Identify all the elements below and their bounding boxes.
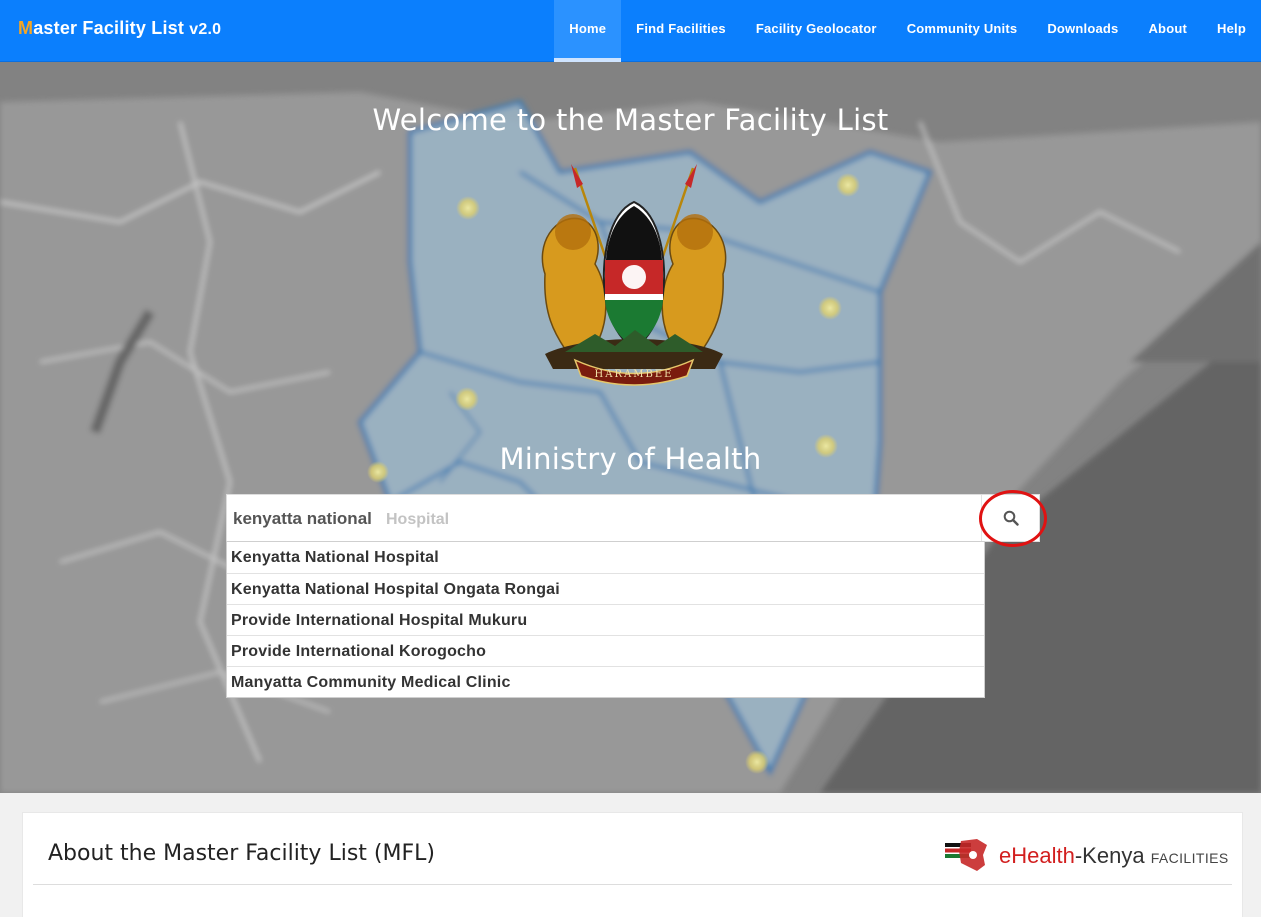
suggestion-item[interactable]: Manyatta Community Medical Clinic (227, 666, 984, 697)
suggestion-item[interactable]: Kenyatta National Hospital Ongata Rongai (227, 573, 984, 604)
suggestion-item[interactable]: Provide International Korogocho (227, 635, 984, 666)
about-heading: About the Master Facility List (MFL) (48, 841, 435, 866)
nav-facility-geolocator[interactable]: Facility Geolocator (741, 0, 892, 62)
ehealth-logo-text: eHealth-Kenya FACILITIES (999, 843, 1229, 868)
search-typed-text: kenyatta national (233, 509, 372, 528)
nav-home[interactable]: Home (554, 0, 622, 62)
brand-name: aster Facility List (33, 18, 190, 38)
suggestion-item[interactable]: Provide International Hospital Mukuru (227, 604, 984, 635)
search-autocomplete-hint: Hospital (386, 511, 450, 528)
ministry-heading: Ministry of Health (499, 442, 762, 476)
coat-motto-text: HARAMBEE (595, 369, 674, 380)
brand-version: v2.0 (189, 21, 222, 38)
divider (33, 884, 1232, 885)
top-navbar: Master Facility List v2.0 Home Find Faci… (0, 0, 1261, 62)
search-button-highlight (979, 490, 1047, 547)
nav-downloads[interactable]: Downloads (1032, 0, 1133, 62)
ehealth-kenya-logo: eHealth-Kenya FACILITIES (943, 835, 1228, 875)
about-panel: About the Master Facility List (MFL) eHe… (22, 812, 1243, 917)
kenya-flag-map-icon (945, 839, 987, 871)
nav-find-facilities[interactable]: Find Facilities (621, 0, 741, 62)
main-nav: Home Find Facilities Facility Geolocator… (554, 0, 1261, 62)
welcome-heading: Welcome to the Master Facility List (372, 103, 889, 137)
brand-logo-text[interactable]: Master Facility List v2.0 (18, 18, 221, 39)
kenya-coat-of-arms-image: HARAMBEE (541, 164, 727, 386)
facility-search-input[interactable]: kenyatta national Hospital (226, 494, 1040, 542)
suggestion-item[interactable]: Kenyatta National Hospital (227, 542, 984, 573)
nav-community-units[interactable]: Community Units (892, 0, 1033, 62)
search-suggestions-dropdown: Kenyatta National Hospital Kenyatta Nati… (226, 541, 985, 698)
nav-help[interactable]: Help (1202, 0, 1261, 62)
brand-first-letter: M (18, 18, 34, 38)
nav-about[interactable]: About (1133, 0, 1202, 62)
